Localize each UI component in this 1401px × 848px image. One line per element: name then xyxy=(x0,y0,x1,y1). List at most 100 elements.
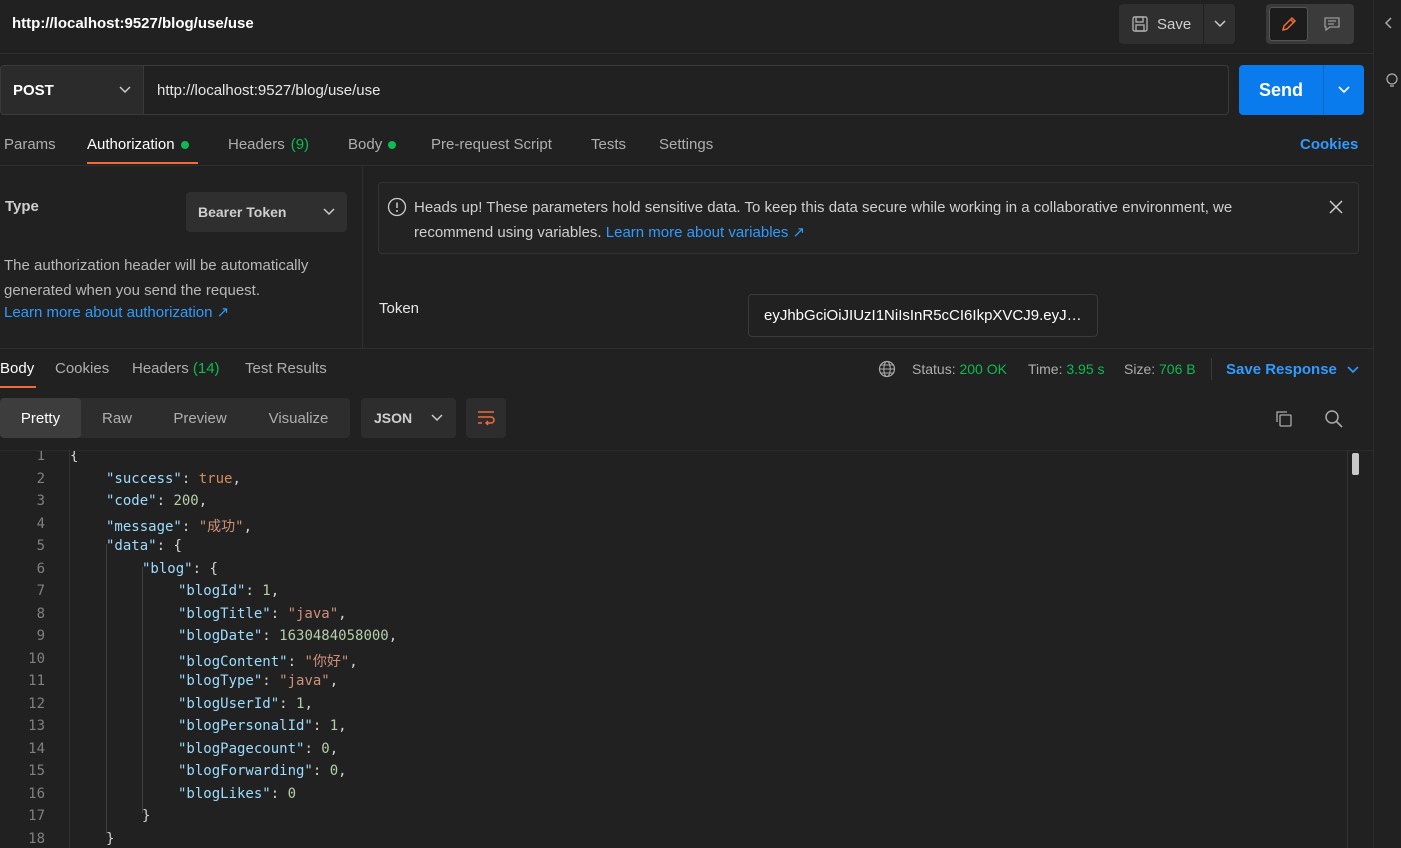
save-button-group[interactable]: Save xyxy=(1119,4,1235,44)
status-label: Status: xyxy=(912,361,956,377)
lightbulb-icon[interactable] xyxy=(1384,72,1398,90)
chevron-down-icon xyxy=(1213,20,1226,28)
chevron-down-icon xyxy=(323,208,335,216)
copy-icon[interactable] xyxy=(1274,409,1294,429)
send-button-group[interactable]: Send xyxy=(1239,65,1364,115)
chevron-left-icon[interactable] xyxy=(1384,17,1394,29)
tab-settings[interactable]: Settings xyxy=(659,136,713,153)
chevron-down-icon xyxy=(119,86,131,94)
tab-headers[interactable]: Headers (9) xyxy=(228,136,309,153)
response-tab-cookies[interactable]: Cookies xyxy=(55,360,109,377)
token-label: Token xyxy=(379,300,420,317)
response-tab-headers[interactable]: Headers (14) xyxy=(132,360,220,377)
wrap-lines-icon xyxy=(478,411,495,426)
auth-description: The authorization header will be automat… xyxy=(4,257,309,299)
code-line: "blogPagecount": 0, xyxy=(178,741,339,757)
send-options-button[interactable] xyxy=(1323,65,1364,115)
comment-mode-button[interactable] xyxy=(1312,7,1351,41)
json-key: "blog" xyxy=(142,561,193,577)
json-value: "java" xyxy=(279,673,330,689)
time-indicator[interactable]: Time: 3.95 s xyxy=(1028,361,1105,377)
view-preview-button[interactable]: Preview xyxy=(153,398,247,438)
comment-icon xyxy=(1323,17,1340,32)
size-indicator[interactable]: Size: 706 B xyxy=(1124,361,1196,377)
brace: } xyxy=(142,808,151,824)
json-value: 1 xyxy=(296,696,305,712)
line-number: 5 xyxy=(36,538,45,554)
notice-message: Heads up! These parameters hold sensitiv… xyxy=(414,199,1233,241)
line-number-gutter: 1 2 3 4 5 6 7 8 9 10 11 12 13 14 15 16 1… xyxy=(0,451,70,848)
json-key: "data" xyxy=(106,538,157,554)
view-visualize-button[interactable]: Visualize xyxy=(247,398,350,438)
view-raw-button[interactable]: Raw xyxy=(81,398,153,438)
view-pretty-button[interactable]: Pretty xyxy=(0,398,81,438)
brace: { xyxy=(70,450,79,464)
vertical-scrollbar[interactable] xyxy=(1352,453,1359,475)
tab-label: Headers xyxy=(132,360,189,377)
response-body-editor[interactable]: 1 2 3 4 5 6 7 8 9 10 11 12 13 14 15 16 1… xyxy=(0,450,1373,848)
token-input[interactable]: eyJhbGciOiJIUzI1NiIsInR5cCI6IkpXVCJ9.eyJ… xyxy=(748,294,1098,337)
cookies-link[interactable]: Cookies xyxy=(1300,136,1358,153)
method-label: POST xyxy=(13,81,54,99)
url-input[interactable]: http://localhost:9527/blog/use/use xyxy=(144,65,1229,115)
json-key: "blogPagecount" xyxy=(178,741,305,757)
json-value: 0 xyxy=(287,786,297,802)
tab-label: Tests xyxy=(591,136,627,153)
json-value: "你好" xyxy=(304,654,350,670)
line-number: 1 xyxy=(36,450,45,464)
notice-text: Heads up! These parameters hold sensitiv… xyxy=(414,195,1314,245)
learn-more-variables-link[interactable]: Learn more about variables ↗ xyxy=(606,224,805,241)
line-number: 6 xyxy=(36,561,45,577)
sensitive-data-notice: Heads up! These parameters hold sensitiv… xyxy=(378,182,1359,254)
response-tab-body[interactable]: Body xyxy=(0,360,34,377)
tab-label: Body xyxy=(348,136,383,153)
tab-body[interactable]: Body xyxy=(348,136,397,153)
json-key: "blogLikes" xyxy=(178,786,271,802)
brace: } xyxy=(106,831,115,847)
tab-count: (14) xyxy=(192,360,220,377)
json-key: "blogDate" xyxy=(178,628,263,644)
tab-tests[interactable]: Tests xyxy=(591,136,626,153)
tab-label: Pre-request Script xyxy=(431,136,552,153)
json-key: "blogForwarding" xyxy=(178,763,313,779)
line-number: 11 xyxy=(28,673,45,689)
info-icon xyxy=(387,197,407,217)
search-icon[interactable] xyxy=(1324,409,1344,429)
code-line: } xyxy=(142,808,150,824)
tab-params[interactable]: Params xyxy=(4,136,56,153)
tab-prerequest-script[interactable]: Pre-request Script xyxy=(431,136,552,153)
response-tab-test-results[interactable]: Test Results xyxy=(245,360,327,377)
method-select[interactable]: POST xyxy=(0,65,144,115)
edit-mode-button[interactable] xyxy=(1269,7,1309,41)
code-line: "blog": { xyxy=(142,561,218,577)
request-title[interactable]: http://localhost:9527/blog/use/use xyxy=(12,15,254,32)
close-icon[interactable] xyxy=(1328,199,1344,215)
save-icon xyxy=(1132,16,1148,32)
tab-authorization[interactable]: Authorization xyxy=(87,136,189,153)
save-options-button[interactable] xyxy=(1203,4,1235,44)
globe-icon[interactable] xyxy=(878,360,896,378)
line-number: 18 xyxy=(28,831,45,847)
auth-type-label: Type xyxy=(5,198,39,215)
tab-label: Authorization xyxy=(87,136,175,153)
wrap-lines-button[interactable] xyxy=(466,398,506,438)
format-select[interactable]: JSON xyxy=(361,398,456,438)
brace: { xyxy=(173,538,182,554)
learn-more-authorization-link[interactable]: Learn more about authorization ↗ xyxy=(4,303,229,321)
save-response-button[interactable]: Save Response xyxy=(1226,361,1359,378)
line-number: 17 xyxy=(28,808,45,824)
json-value: 0 xyxy=(329,763,339,779)
indent-guide xyxy=(106,544,107,834)
divider xyxy=(362,166,363,348)
time-label: Time: xyxy=(1028,361,1063,377)
line-number: 13 xyxy=(28,718,45,734)
auth-type-select[interactable]: Bearer Token xyxy=(186,192,347,232)
send-button[interactable]: Send xyxy=(1239,65,1323,115)
status-indicator[interactable]: Status: 200 OK xyxy=(912,361,1007,377)
divider xyxy=(0,165,1373,166)
format-value: JSON xyxy=(374,410,413,426)
save-button[interactable]: Save xyxy=(1119,4,1203,44)
brace: { xyxy=(209,561,218,577)
code-line: "code": 200, xyxy=(106,493,208,509)
line-number: 10 xyxy=(28,651,45,667)
